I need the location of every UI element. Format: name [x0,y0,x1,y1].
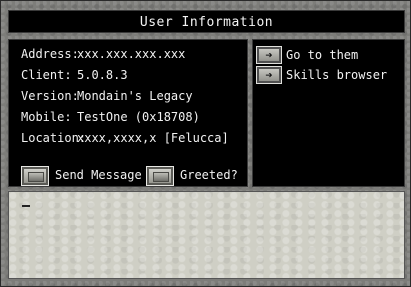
field-value: 5.0.8.3 [77,68,128,82]
title-bar: User Information [8,10,405,33]
field-label: Version: [21,89,79,103]
skills-browser-label: Skills browser [286,68,388,82]
user-information-gump: User Information Address: xxx.xxx.xxx.xx… [0,0,411,287]
skills-browser-button[interactable]: ➔ [256,66,282,84]
text-caret [22,205,30,207]
greeted-label: Greeted? [180,168,238,182]
go-to-them-button[interactable]: ➔ [256,46,282,64]
field-label: Client: [21,68,72,82]
field-value: xxx.xxx.xxx.xxx [77,47,186,61]
field-value: xxxx,xxxx,x [Felucca] [77,131,229,145]
greeted-button[interactable] [146,166,174,186]
message-input[interactable] [8,191,405,279]
go-to-them-label: Go to them [286,48,359,62]
right-arrow-icon: ➔ [265,48,273,62]
info-panel: Address: xxx.xxx.xxx.xxx Client: 5.0.8.3… [8,39,248,187]
send-message-button[interactable] [21,166,49,186]
side-panel: ➔ Go to them ➔ Skills browser [252,39,405,187]
field-value: TestOne (0x18708) [77,110,200,124]
right-arrow-icon: ➔ [265,68,273,82]
field-label: Mobile: [21,110,72,124]
window-title: User Information [139,15,274,30]
field-label: Address: [21,47,79,61]
field-value: Mondain's Legacy [77,89,193,103]
send-message-label: Send Message [55,168,142,182]
